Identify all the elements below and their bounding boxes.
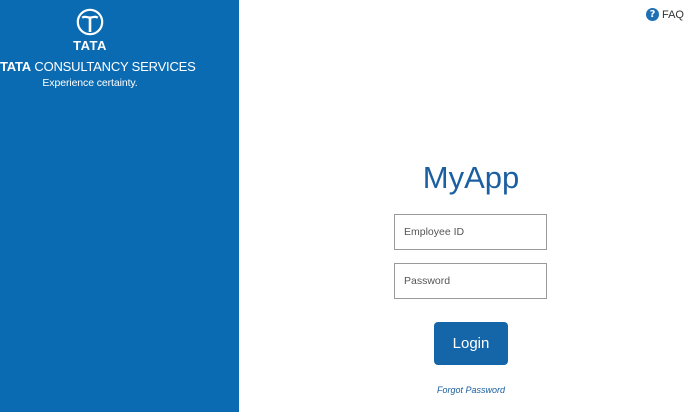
company-name: TATA CONSULTANCY SERVICES bbox=[0, 59, 196, 74]
brand-block: TATA TATA CONSULTANCY SERVICES Experienc… bbox=[0, 8, 196, 89]
login-button[interactable]: Login bbox=[434, 322, 508, 365]
faq-label[interactable]: FAQ bbox=[662, 9, 684, 21]
faq-link[interactable]: ? FAQ bbox=[645, 8, 684, 21]
question-circle-icon[interactable]: ? bbox=[645, 8, 659, 21]
company-name-rest: CONSULTANCY SERVICES bbox=[34, 59, 196, 74]
password-field[interactable] bbox=[394, 263, 547, 299]
brand-panel: TATA TATA CONSULTANCY SERVICES Experienc… bbox=[0, 0, 239, 412]
company-name-bold: TATA bbox=[0, 59, 31, 74]
forgot-password-link[interactable]: Forgot Password bbox=[420, 385, 522, 395]
employee-id-field[interactable] bbox=[394, 214, 547, 250]
tata-wordmark: TATA bbox=[73, 38, 107, 53]
tagline: Experience certainty. bbox=[42, 77, 138, 89]
tata-logo-icon bbox=[76, 8, 104, 36]
app-title: MyApp bbox=[422, 160, 520, 195]
